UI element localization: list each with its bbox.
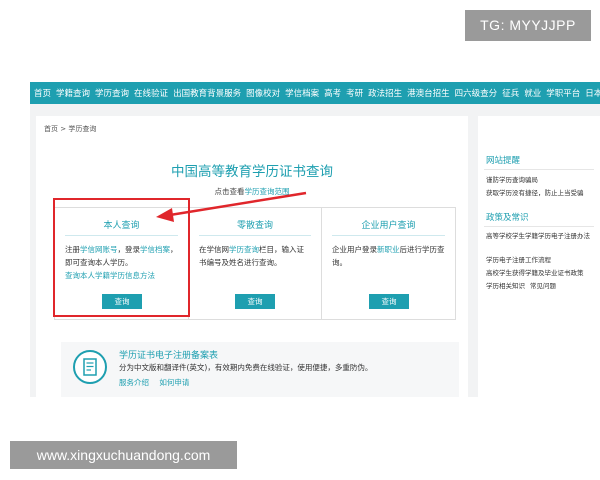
watermark-bottom: www.xingxuchuandong.com [10, 441, 237, 469]
red-arrow-icon [156, 191, 307, 222]
